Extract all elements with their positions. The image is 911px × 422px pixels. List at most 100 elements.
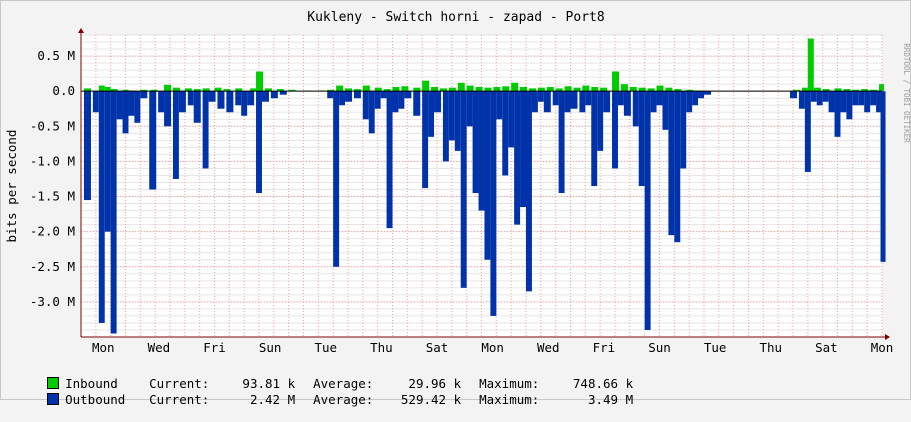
outbound-bar [110, 91, 117, 334]
inbound-bar [638, 87, 646, 92]
outbound-bar [98, 91, 105, 323]
outbound-bar [134, 91, 141, 123]
outbound-bar [526, 91, 532, 292]
outbound-bar [428, 91, 435, 137]
outbound-bar [502, 91, 509, 176]
inbound-bar [214, 87, 222, 92]
outbound-bar [864, 91, 871, 113]
outbound-bar [816, 91, 823, 106]
inbound-bar [256, 71, 264, 92]
outbound-bar [585, 91, 592, 106]
outbound-bar [564, 91, 571, 113]
outbound-bar [870, 91, 877, 106]
outbound-bar [368, 91, 375, 134]
inbound-bar [475, 86, 483, 92]
outbound-bar [327, 91, 334, 99]
inbound-bar [431, 86, 439, 92]
outbound-bar [256, 91, 262, 194]
outbound-bar [650, 91, 657, 113]
outbound-bar [448, 91, 455, 141]
outbound-bar [852, 91, 859, 106]
inbound-bar [546, 86, 554, 92]
inbound-bar [401, 86, 409, 92]
inbound-bar [98, 85, 105, 92]
outbound-bar [193, 91, 201, 123]
outbound-bar [484, 91, 491, 260]
outbound-bar [247, 91, 255, 106]
inbound-bar [564, 86, 572, 92]
outbound-bar [804, 91, 811, 172]
outbound-bar [810, 91, 817, 102]
inbound-bar [448, 87, 456, 92]
outbound-bar [128, 91, 135, 116]
inbound-bar [374, 87, 382, 92]
outbound-bar [345, 91, 353, 102]
x-tick-label: Sat [815, 340, 838, 355]
x-tick-label: Fri [203, 340, 226, 355]
outbound-bar [674, 91, 681, 243]
outbound-bar [537, 91, 544, 102]
chart-title: Kukleny - Switch horni - zapad - Port8 [307, 10, 604, 25]
inbound-bar [164, 84, 172, 92]
x-tick-label: Sun [648, 340, 671, 355]
outbound-bar [638, 91, 645, 186]
outbound-bar [386, 91, 393, 229]
outbound-bar [339, 91, 346, 106]
y-tick-label: -1.0 M [30, 153, 75, 168]
inbound-bar [104, 86, 111, 92]
outbound-bar [374, 91, 381, 109]
graph-frame: 0.5 M 0.0 -0.5 M -1.0 M -1.5 M -2.0 M -2.5 M -3… [0, 0, 911, 407]
inbound-bar [336, 85, 344, 92]
outbound-bar [704, 91, 711, 95]
inbound-bar [466, 85, 474, 92]
outbound-bar [490, 91, 497, 316]
outbound-bar [617, 91, 624, 106]
inbound-bar [665, 87, 673, 92]
outbound-bar [552, 91, 559, 106]
outbound-bar [496, 91, 503, 120]
outbound-bar [822, 91, 829, 102]
outbound-bar [454, 91, 461, 151]
outbound-bar [612, 91, 618, 169]
outbound-bar [798, 91, 805, 109]
outbound-bar [656, 91, 663, 106]
outbound-bar [508, 91, 515, 148]
y-tick-label: 0.0 [52, 83, 75, 98]
outbound-bar [362, 91, 369, 120]
outbound-bar [122, 91, 129, 134]
inbound-bar [879, 84, 885, 92]
outbound-bar [104, 91, 111, 232]
inbound-bar [573, 87, 581, 92]
outbound-bar [158, 91, 165, 113]
rrdtool-watermark: RRDTOOL / TOBI OETIKER [902, 43, 910, 143]
outbound-bar [662, 91, 669, 130]
x-tick-label: Wed [148, 340, 171, 355]
outbound-bar [270, 91, 278, 99]
outbound-bar [514, 91, 521, 225]
outbound-bar [597, 91, 604, 151]
outbound-bar [241, 91, 248, 116]
outbound-bar [570, 91, 578, 109]
inbound-bar [502, 86, 510, 92]
x-tick-label: Sun [259, 340, 282, 355]
outbound-bar [466, 91, 473, 127]
outbound-bar [603, 91, 611, 113]
outbound-bar [261, 91, 269, 102]
outbound-bar [692, 91, 699, 106]
outbound-bar [202, 91, 209, 169]
outbound-bar [591, 91, 598, 186]
inbound-bar [413, 87, 421, 92]
outbound-bar [149, 91, 157, 190]
outbound-bar [442, 91, 449, 162]
inbound-bar [801, 87, 808, 92]
outbound-bar [543, 91, 551, 113]
y-tick-label: -2.5 M [30, 259, 75, 274]
outbound-bar [632, 91, 639, 127]
inbound-bar [511, 82, 519, 92]
outbound-bar [828, 91, 835, 113]
x-tick-label: Mon [481, 340, 504, 355]
outbound-bar [623, 91, 631, 116]
inbound-bar [629, 86, 637, 92]
outbound-bar [187, 91, 194, 106]
x-tick-label: Wed [537, 340, 560, 355]
